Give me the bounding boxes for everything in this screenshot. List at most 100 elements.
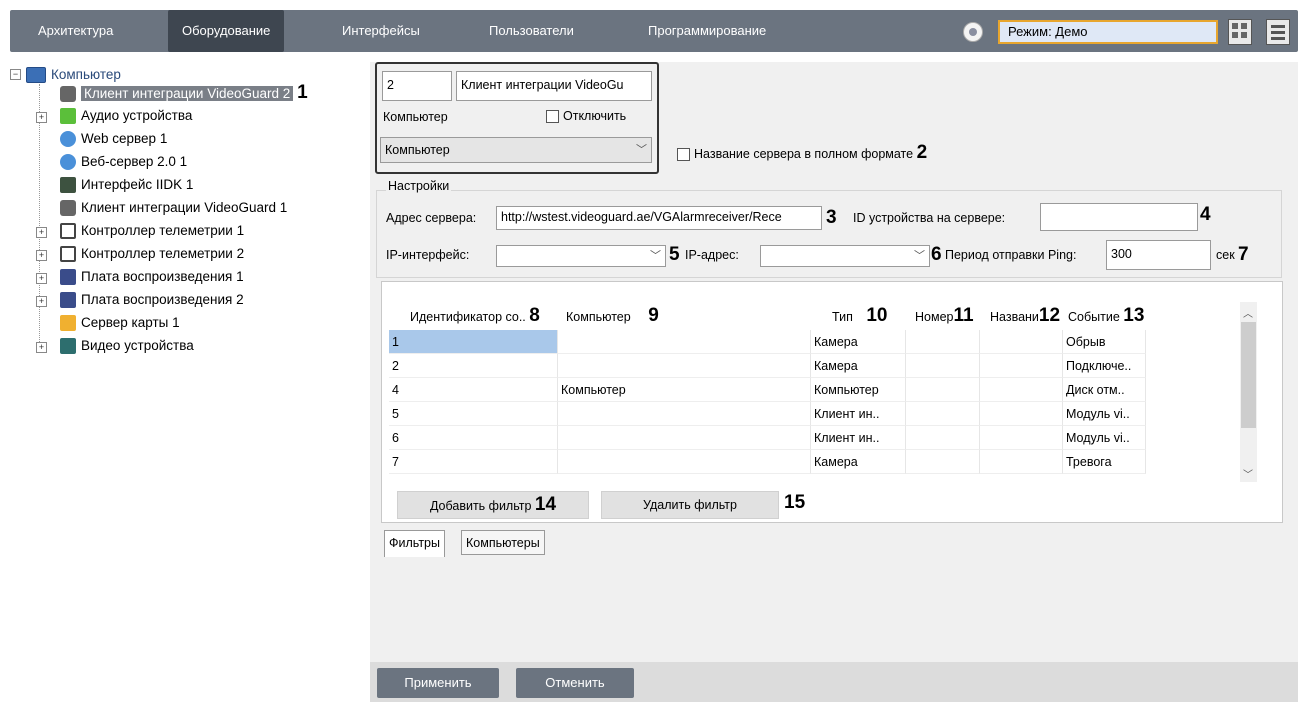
table-cell[interactable]: 5 (389, 402, 558, 426)
table-cell[interactable]: 4 (389, 378, 558, 402)
column-header-type[interactable]: Тип 10 (832, 303, 887, 329)
add-filter-button[interactable]: Добавить фильтр 14 (397, 491, 589, 519)
tree-item-playback-1[interactable]: + Плата воспроизведения 1 (36, 266, 244, 288)
column-header-name[interactable]: Названи12 (990, 303, 1060, 329)
ip-address-select[interactable]: ﹀ (760, 245, 930, 267)
menu-list-icon[interactable] (1266, 19, 1290, 45)
table-cell[interactable]: Клиент ин.. (811, 426, 906, 450)
expand-icon[interactable]: + (36, 273, 47, 284)
tree-item-audio[interactable]: + Аудио устройства (36, 105, 192, 127)
table-cell[interactable] (558, 450, 811, 474)
column-header-number[interactable]: Номер11 (915, 303, 974, 329)
column-header-id[interactable]: Идентификатор со.. 8 (410, 303, 540, 329)
column-header-event[interactable]: Событие 13 (1068, 303, 1144, 329)
object-name-field[interactable]: Клиент интеграции VideoGu (456, 71, 652, 101)
callout-1: 1 (297, 82, 308, 103)
expand-icon[interactable]: + (36, 250, 47, 261)
tab-computers[interactable]: Компьютеры (461, 530, 545, 555)
ip-interface-label: IP-интерфейс: (386, 248, 470, 262)
globe-icon (60, 154, 76, 171)
column-header-computer[interactable]: Компьютер 9 (566, 303, 659, 329)
callout-11: 11 (953, 305, 974, 326)
table-cell[interactable]: 6 (389, 426, 558, 450)
table-cell[interactable]: Камера (811, 354, 906, 378)
table-cell[interactable]: Клиент ин.. (811, 402, 906, 426)
table-cell[interactable] (906, 426, 980, 450)
remove-filter-button[interactable]: Удалить фильтр (601, 491, 779, 519)
scroll-down-icon[interactable]: ﹀ (1243, 466, 1253, 481)
table-cell[interactable] (980, 450, 1063, 474)
server-address-field[interactable]: http://wstest.videoguard.ae/VGAlarmrecei… (496, 206, 822, 230)
scrollbar-thumb[interactable] (1241, 322, 1256, 428)
table-cell[interactable]: Обрыв (1063, 330, 1146, 354)
table-cell[interactable]: Камера (811, 330, 906, 354)
mode-selector[interactable]: Режим: Демо (998, 20, 1218, 44)
table-cell[interactable] (906, 354, 980, 378)
expand-icon[interactable]: + (36, 342, 47, 353)
parent-select[interactable]: Компьютер ﹀ (380, 137, 652, 163)
ip-interface-select[interactable]: ﹀ (496, 245, 666, 267)
grid-view-icon[interactable] (1228, 19, 1252, 45)
table-cell[interactable] (558, 354, 811, 378)
table-cell[interactable]: 2 (389, 354, 558, 378)
mode-icon[interactable] (963, 22, 983, 42)
tree-item-iidk[interactable]: Интерфейс IIDK 1 (60, 174, 193, 196)
server-address-label: Адрес сервера: (386, 211, 477, 225)
collapse-icon[interactable]: − (10, 69, 21, 80)
ip-address-label: IP-адрес: (685, 248, 739, 262)
tree-item-web-server-2[interactable]: Веб-сервер 2.0 1 (60, 151, 187, 173)
table-cell[interactable] (980, 402, 1063, 426)
table-cell[interactable]: 1 (389, 330, 558, 354)
scroll-up-icon[interactable]: ︿ (1243, 305, 1253, 320)
table-cell[interactable] (558, 402, 811, 426)
table-cell[interactable] (558, 426, 811, 450)
table-cell[interactable]: Компьютер (558, 378, 811, 402)
full-name-checkbox[interactable]: Название сервера в полном формате 2 (677, 142, 927, 164)
menu-programming[interactable]: Программирование (648, 10, 766, 52)
ping-period-label: Период отправки Ping: (945, 248, 1077, 262)
table-cell[interactable] (980, 354, 1063, 378)
table-cell[interactable]: Модуль vi.. (1063, 402, 1146, 426)
menu-architecture[interactable]: Архитектура (38, 10, 113, 52)
table-cell[interactable] (906, 330, 980, 354)
table-cell[interactable]: Диск отм.. (1063, 378, 1146, 402)
tree-item-video-devices[interactable]: + Видео устройства (36, 335, 194, 357)
table-cell[interactable] (980, 378, 1063, 402)
tree-item-map-server[interactable]: Сервер карты 1 (60, 312, 180, 334)
tree-item-playback-2[interactable]: + Плата воспроизведения 2 (36, 289, 244, 311)
table-cell[interactable]: Тревога (1063, 450, 1146, 474)
disable-checkbox[interactable]: Отключить (546, 109, 626, 124)
table-cell[interactable] (980, 426, 1063, 450)
apply-button[interactable]: Применить (377, 668, 499, 698)
menu-users[interactable]: Пользователи (489, 10, 574, 52)
object-id-field[interactable]: 2 (382, 71, 452, 101)
expand-icon[interactable]: + (36, 227, 47, 238)
table-cell[interactable]: Модуль vi.. (1063, 426, 1146, 450)
ping-period-field[interactable]: 300 (1106, 240, 1211, 270)
checkbox-icon[interactable] (546, 110, 559, 124)
tree-item-videoguard-1[interactable]: Клиент интеграции VideoGuard 1 (60, 197, 287, 219)
cancel-button[interactable]: Отменить (516, 668, 634, 698)
device-id-field[interactable] (1040, 203, 1198, 231)
checkbox-icon[interactable] (677, 148, 690, 162)
table-cell[interactable] (558, 330, 811, 354)
tree-item-telemetry-2[interactable]: + Контроллер телеметрии 2 (36, 243, 244, 265)
table-cell[interactable] (980, 330, 1063, 354)
bottom-bar (370, 662, 1298, 702)
tree-item-videoguard-2[interactable]: Клиент интеграции VideoGuard 2 1 (60, 82, 308, 104)
expand-icon[interactable]: + (36, 296, 47, 307)
device-id-label: ID устройства на сервере: (853, 211, 1006, 225)
tab-filters[interactable]: Фильтры (384, 530, 445, 557)
tree-item-web-server[interactable]: Web сервер 1 (60, 128, 167, 150)
table-cell[interactable] (906, 378, 980, 402)
table-cell[interactable]: Подключе.. (1063, 354, 1146, 378)
table-cell[interactable]: 7 (389, 450, 558, 474)
table-cell[interactable] (906, 402, 980, 426)
table-cell[interactable]: Камера (811, 450, 906, 474)
expand-icon[interactable]: + (36, 112, 47, 123)
menu-interfaces[interactable]: Интерфейсы (342, 10, 420, 52)
menu-equipment[interactable]: Оборудование (168, 10, 285, 52)
tree-item-telemetry-1[interactable]: + Контроллер телеметрии 1 (36, 220, 244, 242)
table-cell[interactable] (906, 450, 980, 474)
table-cell[interactable]: Компьютер (811, 378, 906, 402)
